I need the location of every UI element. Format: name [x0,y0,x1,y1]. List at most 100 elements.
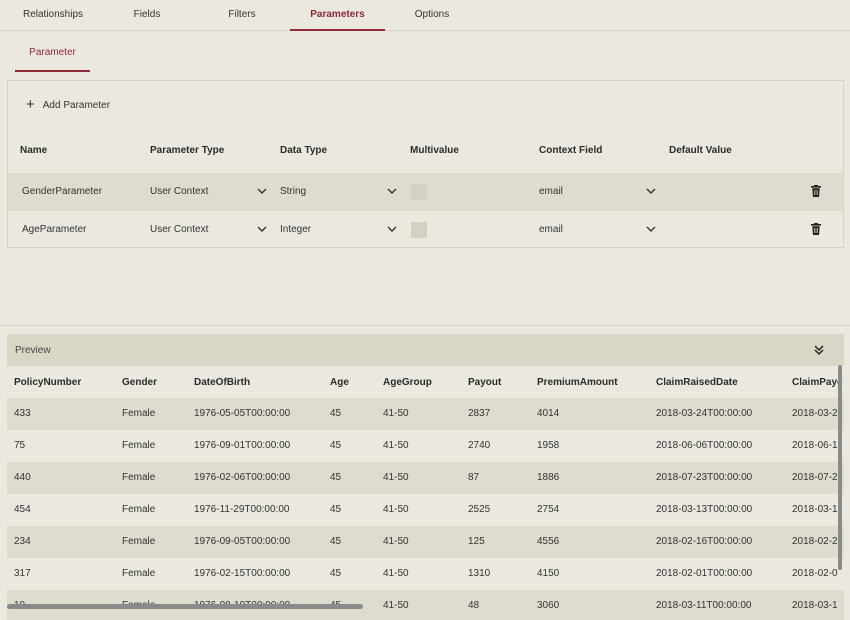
plus-icon: + [26,96,35,113]
table-cell: 2018-02-0 [792,568,838,579]
table-cell: 2018-03-24T00:00:00 [656,408,753,419]
column-header[interactable]: DateOfBirth [194,377,250,388]
parameter-row: GenderParameter User Context String emai… [8,173,843,211]
horizontal-scrollbar[interactable] [7,604,363,609]
table-cell: 2018-03-2 [792,408,838,419]
table-cell: 440 [14,472,31,483]
table-row[interactable]: 75 Female 1976-09-01T00:00:00 45 41-50 2740 19… [7,430,844,462]
parameter-name: GenderParameter [22,186,103,197]
chevron-down-icon [646,188,656,194]
table-cell: Female [122,408,156,419]
table-cell: 45 [330,504,342,515]
table-cell: 45 [330,440,342,451]
column-header[interactable]: ClaimRaisedDate [656,377,738,388]
parameter-type-value: User Context [150,224,209,235]
table-cell: 2018-07-2 [792,472,838,483]
parameter-panel: + Add Parameter Name Parameter Type Data… [7,80,844,248]
table-cell: 234 [14,536,31,547]
tab-parameters[interactable]: Parameters [290,0,385,31]
context-field-select[interactable]: email [539,219,657,241]
trash-icon[interactable] [811,185,821,197]
chevron-down-icon [257,188,267,194]
table-cell: Female [122,472,156,483]
top-tab-bar: Relationships Fields Filters Parameters … [0,0,850,31]
column-header[interactable]: Payout [468,377,501,388]
multivalue-checkbox[interactable] [411,222,427,238]
table-cell: 45 [330,568,342,579]
column-header[interactable]: Gender [122,377,157,388]
double-chevron-down-icon[interactable] [813,344,825,356]
table-cell: 2018-03-13T00:00:00 [656,504,753,515]
table-cell: 2018-02-01T00:00:00 [656,568,753,579]
table-row[interactable]: 454 Female 1976-11-29T00:00:00 45 41-50 2525 2… [7,494,844,526]
context-field-value: email [539,186,563,197]
table-cell: 2754 [537,504,560,515]
data-type-select[interactable]: String [280,181,398,203]
table-cell: 1976-11-29T00:00:00 [194,504,290,515]
header-name: Name [20,145,48,156]
context-field-value: email [539,224,563,235]
table-cell: 1976-02-06T00:00:00 [194,472,291,483]
table-cell: 45 [330,536,342,547]
table-cell: 1976-02-15T00:00:00 [194,568,291,579]
context-field-select[interactable]: email [539,181,657,203]
header-parameter-type: Parameter Type [150,145,225,156]
multivalue-checkbox[interactable] [411,184,427,200]
table-cell: 1886 [537,472,560,483]
table-cell: 2018-03-11T00:00:00 [656,600,752,611]
header-context-field: Context Field [539,145,603,156]
column-header[interactable]: AgeGroup [383,377,432,388]
column-header[interactable]: PolicyNumber [14,377,81,388]
parameter-type-select[interactable]: User Context [150,181,268,203]
table-cell: 317 [14,568,31,579]
header-multivalue: Multivalue [410,145,459,156]
table-cell: 454 [14,504,31,515]
table-cell: 1958 [537,440,560,451]
table-cell: 2837 [468,408,491,419]
subtab-parameter[interactable]: Parameter [15,40,90,72]
table-cell: Female [122,440,156,451]
tab-options[interactable]: Options [402,0,462,31]
header-default-value: Default Value [669,145,732,156]
preview-header: Preview [7,334,844,366]
table-cell: 2018-07-23T00:00:00 [656,472,753,483]
chevron-down-icon [387,226,397,232]
table-cell: 433 [14,408,31,419]
add-parameter-button[interactable]: + Add Parameter [26,97,110,113]
tab-fields[interactable]: Fields [116,0,178,31]
table-cell: 2740 [468,440,491,451]
table-cell: 4014 [537,408,560,419]
data-type-select[interactable]: Integer [280,219,398,241]
table-cell: 48 [468,600,480,611]
table-cell: Female [122,568,156,579]
header-data-type: Data Type [280,145,328,156]
table-row[interactable]: 234 Female 1976-09-05T00:00:00 45 41-50 125 45… [7,526,844,558]
parameter-row: AgeParameter User Context Integer email [8,211,843,249]
section-divider [0,325,850,326]
column-header[interactable]: PremiumAmount [537,377,618,388]
table-row[interactable]: 433 Female 1976-05-05T00:00:00 45 41-50 2837 4… [7,398,844,430]
table-cell: 2525 [468,504,491,515]
table-cell: 41-50 [383,504,409,515]
table-cell: 1976-05-05T00:00:00 [194,408,291,419]
tab-filters[interactable]: Filters [210,0,274,31]
table-cell: 1310 [468,568,491,579]
column-header[interactable]: ClaimPaye [792,377,843,388]
table-cell: 2018-03-1 [792,504,838,515]
parameter-type-value: User Context [150,186,209,197]
trash-icon[interactable] [811,223,821,235]
table-row[interactable]: 440 Female 1976-02-06T00:00:00 45 41-50 87 188… [7,462,844,494]
table-cell: 41-50 [383,408,409,419]
parameter-type-select[interactable]: User Context [150,219,268,241]
tab-relationships[interactable]: Relationships [10,0,96,31]
vertical-scrollbar[interactable] [838,365,842,570]
add-parameter-label: Add Parameter [42,99,111,111]
table-cell: 87 [468,472,480,483]
table-cell: 45 [330,472,342,483]
table-cell: 3060 [537,600,560,611]
column-header[interactable]: Age [330,377,349,388]
table-cell: 4150 [537,568,560,579]
table-row[interactable]: 317 Female 1976-02-15T00:00:00 45 41-50 1310 4… [7,558,844,590]
data-type-value: String [280,186,307,197]
table-cell: 75 [14,440,26,451]
